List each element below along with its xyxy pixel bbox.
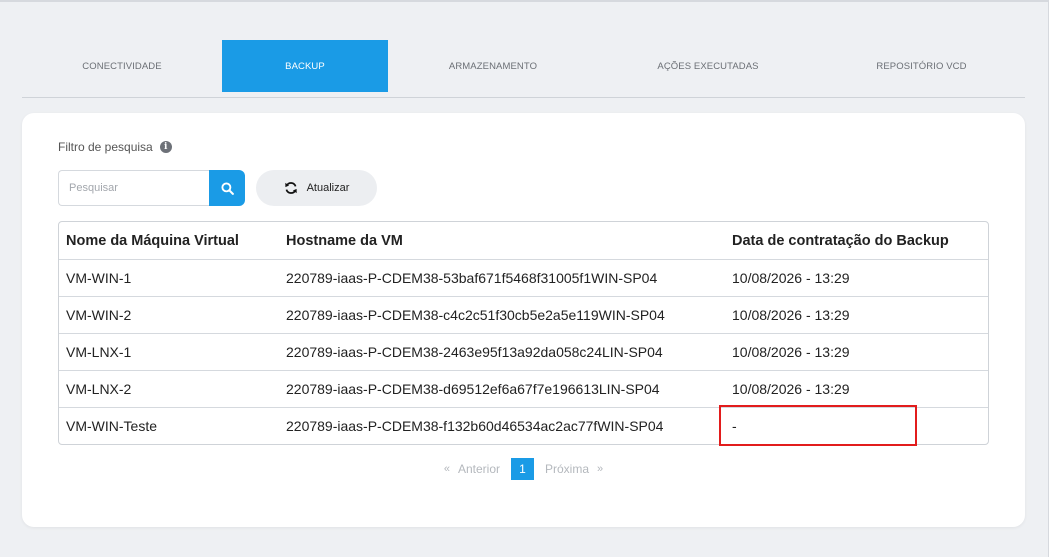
backup-date-cell: 10/08/2026 - 13:29	[732, 381, 850, 397]
table-row: VM-LNX-1 220789-iaas-P-CDEM38-2463e95f13…	[59, 333, 988, 370]
header-vm-name[interactable]: Nome da Máquina Virtual	[59, 233, 279, 249]
tab-backup[interactable]: BACKUP	[222, 40, 388, 92]
prev-arrow-icon: «	[443, 463, 450, 475]
hostname-cell: 220789-iaas-P-CDEM38-53baf671f5468f31005…	[286, 270, 658, 286]
prev-label: Anterior	[457, 462, 500, 476]
table-header: Nome da Máquina Virtual Hostname da VM D…	[59, 222, 988, 259]
refresh-icon	[284, 182, 297, 194]
vm-name-cell: VM-WIN-Teste	[66, 418, 157, 434]
tab-armazenamento[interactable]: ARMAZENAMENTO	[388, 40, 598, 92]
refresh-button[interactable]: Atualizar	[256, 170, 377, 206]
header-backup-date[interactable]: Data de contratação do Backup	[725, 233, 988, 249]
info-icon[interactable]: i	[159, 141, 172, 153]
tab-acoes-executadas[interactable]: AÇÕES EXECUTADAS	[598, 40, 818, 92]
page-number-current[interactable]: 1	[511, 458, 534, 480]
next-arrow-icon: »	[597, 463, 604, 475]
table-row: VM-LNX-2 220789-iaas-P-CDEM38-d69512ef6a…	[59, 370, 988, 407]
hostname-cell: 220789-iaas-P-CDEM38-f132b60d46534ac2ac7…	[286, 418, 664, 434]
pagination-next[interactable]: Próxima »	[545, 462, 611, 476]
filter-label: Filtro de pesquisa i	[58, 140, 172, 154]
table-row: VM-WIN-1 220789-iaas-P-CDEM38-53baf671f5…	[59, 259, 988, 296]
refresh-label: Atualizar	[306, 182, 350, 194]
backup-date-cell: 10/08/2026 - 13:29	[732, 307, 850, 323]
search-icon	[220, 181, 234, 195]
table-row: VM-WIN-2 220789-iaas-P-CDEM38-c4c2c51f30…	[59, 296, 988, 333]
next-label: Próxima	[545, 462, 590, 476]
hostname-cell: 220789-iaas-P-CDEM38-c4c2c51f30cb5e2a5e1…	[286, 307, 665, 323]
highlight-box	[719, 405, 917, 446]
search-button[interactable]	[209, 170, 245, 206]
vm-name-cell: VM-WIN-2	[66, 307, 132, 323]
search-input[interactable]	[58, 170, 209, 206]
top-border	[0, 0, 1049, 2]
vm-name-cell: VM-LNX-2	[66, 381, 132, 397]
tab-bar: CONECTIVIDADE BACKUP ARMAZENAMENTO AÇÕES…	[22, 40, 1025, 98]
hostname-cell: 220789-iaas-P-CDEM38-2463e95f13a92da058c…	[286, 344, 663, 360]
pagination: « Anterior 1 Próxima »	[22, 458, 1025, 480]
backup-date-cell: 10/08/2026 - 13:29	[732, 344, 850, 360]
header-hostname[interactable]: Hostname da VM	[279, 233, 725, 249]
pagination-previous[interactable]: « Anterior	[436, 462, 500, 476]
backup-card: Filtro de pesquisa i Atualizar Nome da M…	[22, 113, 1025, 527]
backup-date-cell: 10/08/2026 - 13:29	[732, 270, 850, 286]
tab-repositorio-vcd[interactable]: REPOSITÓRIO VCD	[818, 40, 1025, 92]
filter-label-text: Filtro de pesquisa	[58, 140, 153, 154]
vm-name-cell: VM-WIN-1	[66, 270, 132, 286]
vm-name-cell: VM-LNX-1	[66, 344, 132, 360]
tab-conectividade[interactable]: CONECTIVIDADE	[22, 40, 222, 92]
hostname-cell: 220789-iaas-P-CDEM38-d69512ef6a67f7e1966…	[286, 381, 660, 397]
